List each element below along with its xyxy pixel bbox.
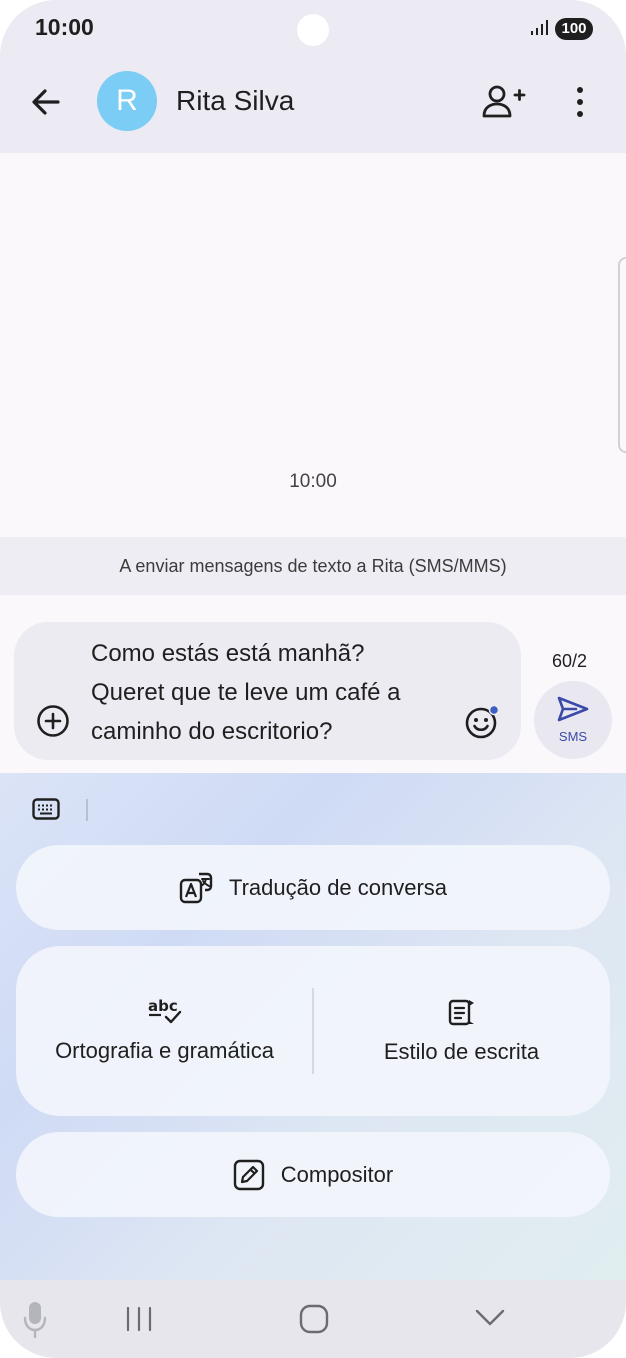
message-line: caminho do escritorio?: [91, 718, 333, 745]
hide-keyboard-icon[interactable]: [474, 1308, 506, 1333]
writing-style-label: Estilo de escrita: [383, 1039, 540, 1064]
signal-icon: [531, 20, 548, 35]
sms-info-banner: A enviar mensagens de texto a Rita (SMS/…: [0, 537, 626, 595]
add-contact-button[interactable]: [480, 82, 526, 122]
cursor-divider: [86, 799, 88, 821]
edit-icon: [233, 1159, 265, 1191]
svg-text:abc: abc: [148, 998, 178, 1015]
char-count: 60/2: [552, 651, 588, 671]
composer-label: Compositor: [280, 1161, 394, 1187]
keyboard-icon[interactable]: [32, 797, 60, 821]
emoji-icon: [465, 704, 500, 739]
message-input[interactable]: Como estás está manhã? Queret que te lev…: [14, 622, 521, 760]
app-bar: R Rita Silva: [0, 58, 626, 153]
send-label: SMS: [558, 729, 588, 744]
navigation-bar: [0, 1280, 626, 1358]
arrow-left-icon: [32, 89, 60, 115]
message-timestamp: 10:00: [289, 471, 337, 492]
back-button[interactable]: [26, 82, 66, 122]
avatar[interactable]: R: [97, 71, 157, 131]
more-vertical-icon: [577, 87, 583, 117]
writing-style-icon: [447, 997, 477, 1027]
writing-style-button[interactable]: Estilo de escrita: [313, 946, 610, 1116]
translate-icon: [179, 871, 213, 905]
composer-button[interactable]: Compositor: [16, 1132, 610, 1217]
camera-cutout: [297, 14, 329, 46]
emoji-button[interactable]: [464, 704, 500, 740]
microphone-icon[interactable]: [22, 1300, 48, 1345]
conversation-translation-button[interactable]: Tradução de conversa: [16, 845, 610, 930]
recent-apps-icon[interactable]: [124, 1306, 154, 1337]
attach-button[interactable]: [36, 704, 70, 738]
battery-icon: 100: [555, 18, 593, 40]
send-button[interactable]: SMS: [534, 681, 612, 759]
spellcheck-icon: abc: [147, 998, 183, 1026]
contact-name[interactable]: Rita Silva: [176, 85, 294, 117]
spelling-grammar-button[interactable]: abc Ortografia e gramática: [16, 946, 313, 1116]
add-person-icon: [482, 85, 526, 118]
home-icon[interactable]: [299, 1304, 329, 1339]
send-icon: [557, 696, 589, 722]
spelling-grammar-label: Ortografia e gramática: [55, 1038, 274, 1063]
writing-tools-card: abc Ortografia e gramática Estilo de esc…: [16, 946, 610, 1116]
conversation-area: 10:00: [0, 153, 626, 537]
status-time: 10:00: [35, 14, 94, 40]
translate-label: Tradução de conversa: [228, 874, 448, 900]
message-line: Como estás está manhã?: [91, 640, 365, 667]
message-text[interactable]: Como estás está manhã? Queret que te lev…: [91, 634, 461, 751]
ai-tools-panel: Tradução de conversa abc Ortografia e gr…: [0, 773, 626, 1280]
status-bar: 10:00 100: [0, 0, 626, 58]
scroll-handle[interactable]: [618, 257, 626, 453]
message-line: Queret que te leve um café a: [91, 679, 401, 706]
plus-circle-icon: [37, 705, 69, 737]
phone-screen: 10:00 100 R Rita Silva 10:00 A enviar me…: [0, 0, 626, 1358]
compose-area: Como estás está manhã? Queret que te lev…: [0, 595, 626, 773]
more-options-button[interactable]: [566, 82, 594, 122]
